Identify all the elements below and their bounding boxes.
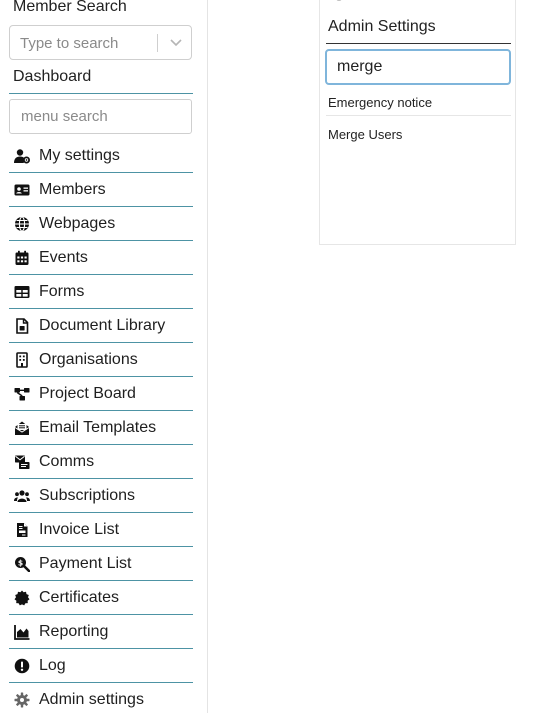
sidebar-item-project-board[interactable]: Project Board	[9, 377, 193, 411]
exclamation-circle-icon	[13, 657, 31, 675]
comms-icon	[13, 453, 31, 471]
sidebar-item-forms[interactable]: Forms	[9, 275, 193, 309]
gear-icon	[13, 691, 31, 709]
divider	[326, 115, 511, 116]
member-search-placeholder: Type to search	[20, 35, 119, 52]
admin-search-input[interactable]	[325, 49, 511, 85]
divider	[9, 93, 193, 94]
sidebar-item-label: Subscriptions	[39, 486, 136, 504]
sidebar-item-label: Webpages	[39, 214, 116, 232]
sidebar-item-certificates[interactable]: Certificates	[9, 581, 193, 615]
sidebar-item-label: Admin settings	[39, 691, 144, 708]
sidebar-item-label: Members	[39, 180, 106, 198]
sidebar-item-payment-list[interactable]: $ Payment List	[9, 547, 193, 581]
sidebar-item-label: My settings	[39, 146, 120, 164]
sidebar-item-my-settings[interactable]: My settings	[9, 139, 193, 173]
select-separator	[157, 34, 158, 52]
table-icon	[13, 283, 31, 301]
sidebar-item-label: Organisations	[39, 350, 138, 368]
sidebar-item-organisations[interactable]: Organisations	[9, 343, 193, 377]
avatar	[328, 0, 350, 1]
sidebar-item-comms[interactable]: Comms	[9, 445, 193, 479]
calendar-icon	[13, 249, 31, 267]
sidebar-item-admin-settings[interactable]: Admin settings	[9, 683, 193, 717]
sidebar: Member Search Type to search Dashboard M…	[0, 0, 208, 713]
chart-area-icon	[13, 623, 31, 641]
menu-search-input[interactable]	[9, 99, 192, 134]
sidebar-item-label: Log	[39, 656, 66, 674]
document-icon	[13, 317, 31, 335]
sidebar-item-label: Document Library	[39, 316, 166, 334]
sidebar-item-reporting[interactable]: Reporting	[9, 615, 193, 649]
sidebar-item-members[interactable]: Members	[9, 173, 193, 207]
sidebar-item-label: Forms	[39, 282, 85, 300]
member-search-select[interactable]: Type to search	[9, 25, 192, 60]
search-result-merge-users[interactable]: Merge Users	[328, 127, 511, 142]
sidebar-item-label: Email Templates	[39, 418, 157, 436]
sidebar-item-label: Comms	[39, 452, 95, 470]
sidebar-item-webpages[interactable]: Webpages	[9, 207, 193, 241]
sidebar-item-label: Certificates	[39, 588, 120, 606]
search-dollar-icon: $	[13, 555, 31, 573]
sidebar-item-document-library[interactable]: Document Library	[9, 309, 193, 343]
sidebar-item-label: Events	[39, 248, 88, 266]
sidebar-item-log[interactable]: Log	[9, 649, 193, 683]
search-result-emergency-notice[interactable]: Emergency notice	[328, 95, 511, 110]
divider	[326, 43, 511, 44]
globe-icon	[13, 215, 31, 233]
envelope-open-icon	[13, 419, 31, 437]
invoice-icon	[13, 521, 31, 539]
dashboard-link[interactable]: Dashboard	[13, 68, 91, 86]
sidebar-item-subscriptions[interactable]: Subscriptions	[9, 479, 193, 513]
sidebar-item-events[interactable]: Events	[9, 241, 193, 275]
sidebar-nav: My settings Members Webpages Events Form…	[9, 139, 193, 717]
building-icon	[13, 351, 31, 369]
sidebar-item-invoice-list[interactable]: Invoice List	[9, 513, 193, 547]
chevron-down-icon[interactable]	[168, 34, 184, 50]
panel-title: Admin Settings	[328, 18, 436, 35]
sidebar-item-email-templates[interactable]: Email Templates	[9, 411, 193, 445]
certificate-icon	[13, 589, 31, 607]
users-icon	[13, 487, 31, 505]
sidebar-item-label: Payment List	[39, 554, 132, 572]
svg-text:$: $	[18, 558, 23, 567]
admin-settings-panel: Admin Settings Emergency notice Merge Us…	[319, 0, 516, 245]
sidebar-item-label: Project Board	[39, 384, 136, 402]
sidebar-item-label: Invoice List	[39, 520, 120, 538]
sitemap-icon	[13, 385, 31, 403]
id-card-icon	[13, 181, 31, 199]
member-search-label: Member Search	[13, 0, 127, 15]
sidebar-item-label: Reporting	[39, 622, 109, 640]
user-gear-icon	[13, 147, 31, 165]
